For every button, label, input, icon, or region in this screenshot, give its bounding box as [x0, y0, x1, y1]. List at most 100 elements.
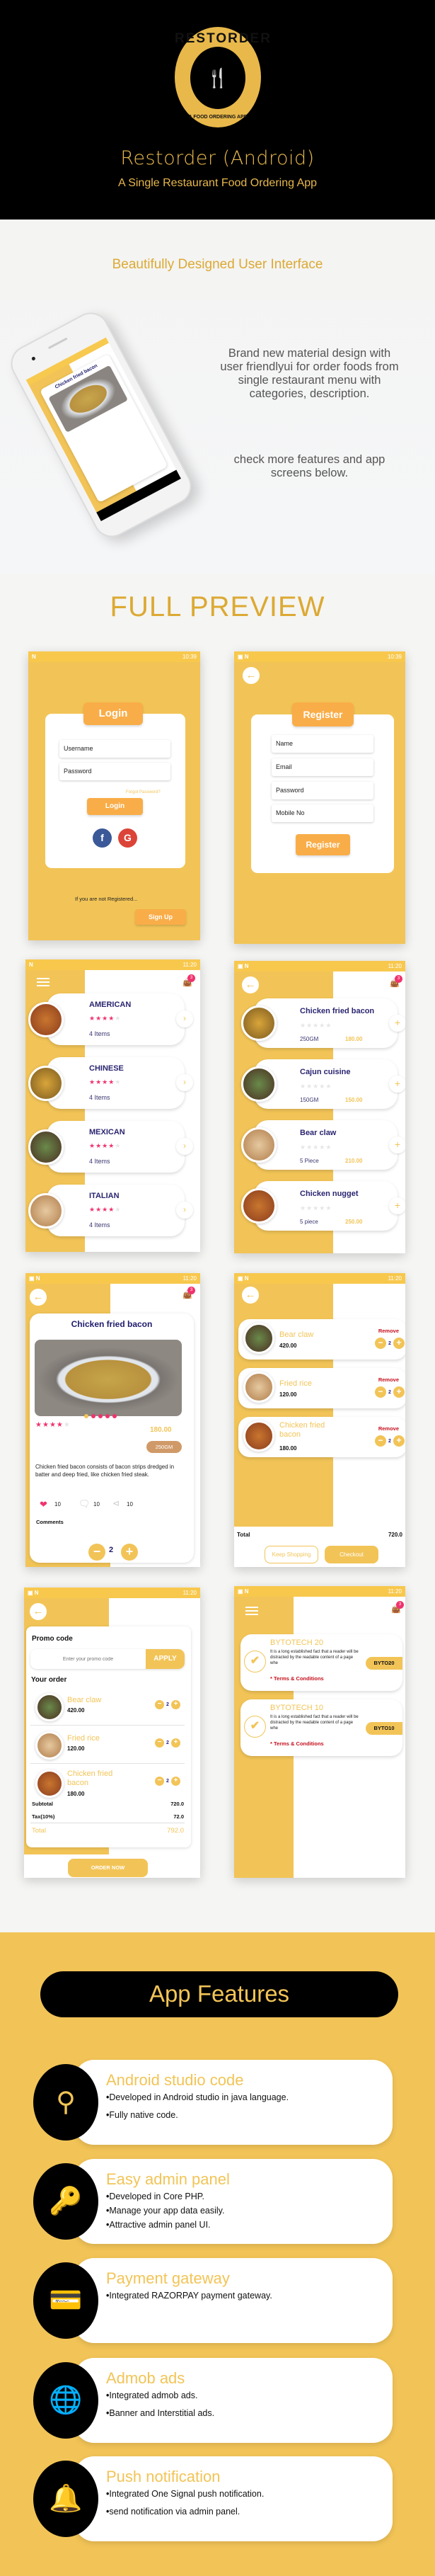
- add-item-button[interactable]: +: [389, 1015, 405, 1032]
- coupon-code[interactable]: BYTO20: [366, 1657, 402, 1670]
- decrease-qty-button[interactable]: −: [375, 1338, 386, 1349]
- intro-heading: Beautifully Designed User Interface: [112, 257, 323, 272]
- decrease-qty-button[interactable]: −: [88, 1544, 105, 1561]
- decrease-qty-button[interactable]: −: [375, 1435, 386, 1447]
- mobile-input[interactable]: Mobile No: [272, 804, 373, 822]
- decrease-qty-button[interactable]: −: [155, 1777, 164, 1786]
- decrease-qty-button[interactable]: −: [155, 1738, 164, 1748]
- increase-qty-button[interactable]: +: [171, 1777, 180, 1786]
- food-image[interactable]: [35, 1340, 182, 1416]
- hamburger-menu-icon[interactable]: [245, 1607, 258, 1615]
- back-button[interactable]: ←: [243, 667, 260, 684]
- carousel-dot[interactable]: [105, 1414, 110, 1418]
- register-screen: ▣ N 10:39 ← Register Name Email Password …: [234, 651, 405, 944]
- add-item-button[interactable]: +: [389, 1136, 405, 1153]
- terms-link[interactable]: * Terms & Conditions: [270, 1740, 324, 1747]
- decrease-qty-button[interactable]: −: [155, 1700, 164, 1709]
- category-card[interactable]: MEXICAN ★★★★★ 4 Items ›: [47, 1121, 193, 1173]
- carousel-dot[interactable]: [84, 1414, 88, 1418]
- login-button[interactable]: Login: [87, 798, 143, 815]
- remove-button[interactable]: Remove: [378, 1377, 399, 1383]
- carousel-dot[interactable]: [112, 1414, 117, 1418]
- login-title: Login: [83, 702, 143, 725]
- open-category-button[interactable]: ›: [176, 1202, 193, 1219]
- star-filled-icon: ★: [95, 1206, 103, 1213]
- remove-button[interactable]: Remove: [378, 1425, 399, 1432]
- cart-icon[interactable]: 👜 3: [182, 1287, 195, 1300]
- facebook-login-button[interactable]: f: [93, 828, 112, 848]
- back-button[interactable]: ←: [30, 1603, 47, 1620]
- category-card[interactable]: AMERICAN ★★★★★ 4 Items ›: [47, 993, 193, 1045]
- tax-label: Tax(10%): [32, 1813, 55, 1820]
- add-item-button[interactable]: +: [389, 1076, 405, 1093]
- increase-qty-button[interactable]: +: [393, 1435, 405, 1447]
- remove-button[interactable]: Remove: [378, 1328, 399, 1334]
- register-button[interactable]: Register: [296, 834, 350, 855]
- category-card[interactable]: ITALIAN ★★★★★ 4 Items ›: [47, 1185, 193, 1236]
- increase-qty-button[interactable]: +: [393, 1386, 405, 1398]
- category-card[interactable]: CHINESE ★★★★★ 4 Items ›: [47, 1057, 193, 1109]
- increase-qty-button[interactable]: +: [171, 1738, 180, 1748]
- keep-shopping-button[interactable]: Keep Shopping: [265, 1546, 318, 1563]
- category-name: CHINESE: [89, 1064, 124, 1073]
- cart-badge: 3: [187, 974, 195, 982]
- item-price: 210.00: [345, 1158, 363, 1164]
- rating-stars: ★★★★★: [89, 1142, 121, 1150]
- share-icon[interactable]: ⊲: [112, 1498, 120, 1508]
- username-input[interactable]: Username: [59, 740, 170, 758]
- carousel-dots[interactable]: [84, 1409, 120, 1422]
- signup-button[interactable]: Sign Up: [135, 909, 186, 925]
- star-filled-icon: ★: [95, 1078, 103, 1085]
- open-category-button[interactable]: ›: [176, 1138, 193, 1155]
- open-category-button[interactable]: ›: [176, 1010, 193, 1027]
- status-bar: N 11:20: [25, 959, 200, 970]
- status-bar: N 10:39: [28, 651, 200, 662]
- cart-icon[interactable]: 👜 3: [182, 974, 195, 988]
- rating-stars: ★★★★★: [89, 1078, 121, 1086]
- item-name: Chicken fried bacon: [300, 1007, 375, 1015]
- coupon-code[interactable]: BYTO10: [366, 1722, 402, 1735]
- back-button[interactable]: ←: [242, 976, 259, 993]
- increase-qty-button[interactable]: +: [393, 1338, 405, 1349]
- increase-qty-button[interactable]: +: [171, 1700, 180, 1709]
- like-icon[interactable]: ❤: [40, 1499, 47, 1510]
- carousel-dot[interactable]: [91, 1414, 95, 1418]
- back-arrow-icon: ←: [33, 1291, 44, 1303]
- order-item: Chicken fried bacon 180.00 −2 +: [30, 1767, 185, 1802]
- hamburger-menu-icon[interactable]: [37, 978, 50, 986]
- password-input[interactable]: Password: [272, 782, 373, 799]
- cart-icon[interactable]: 👜 3: [390, 975, 402, 988]
- checkout-button[interactable]: Checkout: [325, 1546, 378, 1563]
- order-now-button[interactable]: ORDER NOW: [68, 1859, 148, 1877]
- coupon-card[interactable]: ✔ BYTOTECH 10 It is a long established fac…: [240, 1699, 402, 1756]
- feature-bullet: Developed in Core PHP.: [106, 2192, 204, 2201]
- rating-stars: ★★★★★: [300, 1022, 332, 1030]
- carousel-dot[interactable]: [98, 1414, 103, 1418]
- star-empty-icon: ★: [300, 1083, 307, 1090]
- back-button[interactable]: ←: [242, 1287, 259, 1304]
- star-empty-icon: ★: [115, 1078, 122, 1085]
- star-filled-icon: ★: [35, 1421, 42, 1429]
- coupon-card[interactable]: ✔ BYTOTECH 20 It is a long established fac…: [240, 1634, 402, 1691]
- apply-button[interactable]: APPLY: [146, 1649, 185, 1669]
- status-bar: ▣ N 11:20: [234, 961, 405, 971]
- promo-code-input[interactable]: [30, 1649, 146, 1669]
- star-empty-icon: ★: [319, 1144, 326, 1151]
- comment-icon[interactable]: 🗨: [79, 1498, 91, 1510]
- order-item-name: Fried rice: [67, 1734, 100, 1743]
- star-empty-icon: ★: [319, 1022, 326, 1029]
- increase-qty-button[interactable]: +: [121, 1544, 138, 1561]
- quantity-value: 2: [166, 1702, 169, 1707]
- forgot-password-link[interactable]: Forgot Password?: [126, 790, 161, 794]
- decrease-qty-button[interactable]: −: [375, 1386, 386, 1398]
- cart-icon[interactable]: 👜 3: [391, 1601, 404, 1614]
- email-input[interactable]: Email: [272, 758, 373, 776]
- password-input[interactable]: Password: [59, 763, 170, 780]
- add-item-button[interactable]: +: [389, 1197, 405, 1214]
- name-input[interactable]: Name: [272, 735, 373, 753]
- status-bar: ▣ N 10:39: [234, 651, 405, 662]
- terms-link[interactable]: * Terms & Conditions: [270, 1675, 324, 1682]
- back-button[interactable]: ←: [30, 1289, 47, 1306]
- google-login-button[interactable]: G: [118, 828, 137, 848]
- open-category-button[interactable]: ›: [176, 1074, 193, 1091]
